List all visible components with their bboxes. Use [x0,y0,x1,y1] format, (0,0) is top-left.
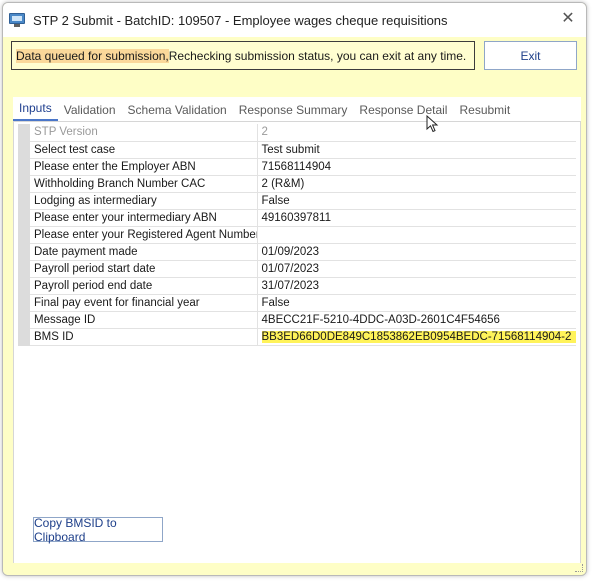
grid-row-value[interactable]: Test submit [257,141,576,159]
window-title: STP 2 Submit - BatchID: 109507 - Employe… [33,12,448,28]
row-gutter [18,328,30,346]
mouse-cursor-icon [426,115,439,133]
grid-row[interactable]: Payroll period start date 01/07/2023 [18,260,576,278]
grid-row-label: Please enter the Employer ABN [30,158,258,176]
status-highlighted-text: Data queued for submission, [16,48,169,63]
row-gutter [18,243,30,261]
status-text: Rechecking submission status, you can ex… [168,48,467,63]
tab-schema-validation[interactable]: Schema Validation [122,99,233,121]
tab-resubmit[interactable]: Resubmit [453,99,516,121]
grid-row[interactable]: Payroll period end date 31/07/2023 [18,277,576,295]
grid-row-label: Lodging as intermediary [30,192,258,210]
copy-bmsid-button[interactable]: Copy BMSID to Clipboard [33,516,163,544]
tab-response-summary[interactable]: Response Summary [233,99,354,121]
grid-row-value[interactable]: 01/07/2023 [257,260,576,278]
inputs-panel: STP Version 2 Select test case Test submit P… [13,121,581,565]
highlighted-value: BB3ED66D0DE849C1853862EB0954BEDC-7156811… [261,330,576,343]
grid-row-label: Final pay event for financial year [30,294,258,312]
grid-row[interactable]: Date payment made 01/09/2023 [18,243,576,261]
grid-row-label: BMS ID [30,328,258,346]
grid-row-label: Select test case [30,141,258,159]
grid-row-value[interactable]: False [257,294,576,312]
grid-row-value[interactable]: 2 [257,124,576,142]
status-message: Data queued for submission, Rechecking s… [11,41,475,70]
grid-row-label: Date payment made [30,243,258,261]
exit-button[interactable]: Exit [484,41,577,70]
row-gutter [18,158,30,176]
grid-row-label: Message ID [30,311,258,329]
submit-window: STP 2 Submit - BatchID: 109507 - Employe… [2,2,587,576]
tab-strip: Inputs Validation Schema Validation Resp… [13,97,581,121]
grid-row-label: Please enter your Registered Agent Numbe… [30,226,258,244]
close-icon[interactable]: ✕ [560,11,576,27]
grid-row-value[interactable]: 49160397811 [257,209,576,227]
grid-row[interactable]: Lodging as intermediary False [18,192,576,210]
grid-row-value[interactable]: 71568114904 [257,158,576,176]
computer-icon [9,13,25,27]
row-gutter [18,226,30,244]
grid-row-value[interactable]: False [257,192,576,210]
grid-row[interactable]: BMS ID BB3ED66D0DE849C1853862EB0954BEDC-7… [18,328,576,346]
tab-inputs[interactable]: Inputs [13,97,58,121]
grid-row-value[interactable]: BB3ED66D0DE849C1853862EB0954BEDC-7156811… [257,328,576,346]
grid-row[interactable]: Message ID 4BECC21F-5210-4DDC-A03D-2601C4… [18,311,576,329]
status-strip [3,563,586,575]
tab-validation[interactable]: Validation [58,99,122,121]
grid-row-value[interactable]: 01/09/2023 [257,243,576,261]
grid-row[interactable]: Select test case Test submit [18,141,576,159]
row-gutter [18,209,30,227]
row-gutter [18,192,30,210]
title-bar[interactable]: STP 2 Submit - BatchID: 109507 - Employe… [3,3,586,37]
row-gutter [18,260,30,278]
row-gutter [18,141,30,159]
row-gutter [18,175,30,193]
row-gutter [18,124,30,142]
row-gutter [18,277,30,295]
grid-row[interactable]: STP Version 2 [18,124,576,142]
resize-grip[interactable] [575,564,583,572]
grid-row-label: Payroll period end date [30,277,258,295]
grid-row[interactable]: Final pay event for financial year False [18,294,576,312]
grid-row-label: Payroll period start date [30,260,258,278]
grid-row-value[interactable]: 4BECC21F-5210-4DDC-A03D-2601C4F54656 [257,311,576,329]
row-gutter [18,311,30,329]
grid-row[interactable]: Please enter the Employer ABN 71568114904 [18,158,576,176]
grid-row-value[interactable]: 2 (R&M) [257,175,576,193]
grid-row-value[interactable]: 31/07/2023 [257,277,576,295]
grid-row[interactable]: Withholding Branch Number CAC 2 (R&M) [18,175,576,193]
grid-row-label: Please enter your intermediary ABN [30,209,258,227]
grid-row[interactable]: Please enter your intermediary ABN 491603… [18,209,576,227]
grid-row-label: Withholding Branch Number CAC [30,175,258,193]
row-gutter [18,294,30,312]
grid-row-label: STP Version [30,124,258,142]
grid-row[interactable]: Please enter your Registered Agent Numbe… [18,226,576,244]
grid-row-value[interactable] [257,226,576,244]
property-grid: STP Version 2 Select test case Test submit P… [18,124,576,346]
